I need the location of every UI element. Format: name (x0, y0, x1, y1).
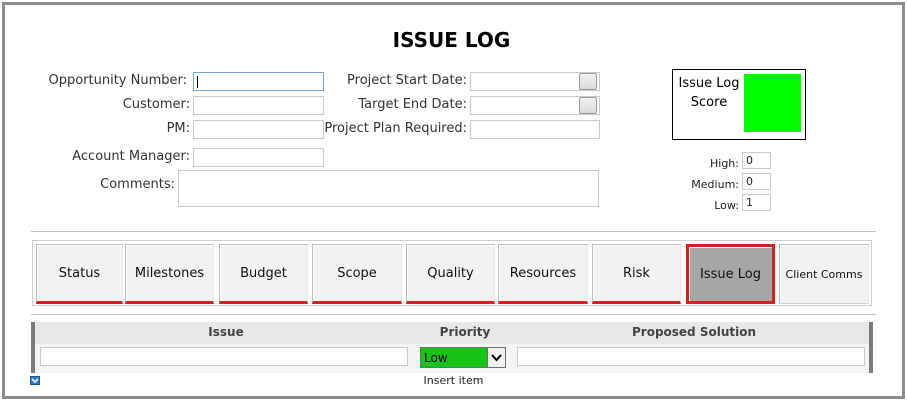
tab-milestones[interactable]: Milestones (125, 244, 214, 304)
issue-log-score-indicator (744, 74, 801, 132)
calendar-icon[interactable] (579, 73, 597, 90)
project-plan-required-field[interactable] (470, 120, 600, 139)
medium-count-label: Medium: (691, 178, 739, 191)
issue-grid: Issue Priority Proposed Solution Low (31, 322, 873, 373)
low-count-label: Low: (714, 199, 739, 212)
tab-quality[interactable]: Quality (406, 244, 495, 304)
calendar-icon[interactable] (579, 97, 597, 114)
text-caret (197, 76, 198, 88)
issue-log-score-label: Issue Log Score (678, 76, 740, 110)
issue-log-score-box: Issue Log Score (672, 69, 806, 140)
tab-status[interactable]: Status (36, 244, 123, 304)
chevron-down-icon[interactable] (487, 348, 505, 367)
comments-label: Comments: (100, 177, 175, 192)
tab-resources[interactable]: Resources (498, 244, 588, 304)
priority-value: Low (424, 350, 448, 365)
tab-risk[interactable]: Risk (592, 244, 681, 304)
customer-label: Customer: (122, 97, 190, 112)
low-count-field[interactable]: 1 (742, 194, 771, 211)
grid-header: Issue Priority Proposed Solution (31, 322, 873, 344)
project-plan-required-label: Project Plan Required: (324, 121, 467, 136)
priority-select[interactable]: Low (420, 347, 506, 368)
column-header-issue: Issue (208, 325, 244, 339)
page-title: ISSUE LOG (392, 28, 511, 52)
insert-item-link[interactable]: Insert item (0, 374, 907, 387)
tab-issue-log[interactable]: Issue Log (686, 244, 775, 304)
proposed-solution-field[interactable] (517, 347, 865, 366)
issue-field[interactable] (40, 347, 408, 366)
column-header-proposed-solution: Proposed Solution (631, 325, 757, 339)
account-manager-label: Account Manager: (72, 149, 190, 164)
section-divider (31, 314, 876, 315)
tab-client-comms[interactable]: Client Comms (779, 244, 869, 304)
section-divider (31, 231, 876, 232)
pm-label: PM: (166, 121, 190, 136)
project-start-date-label: Project Start Date: (347, 73, 467, 88)
tab-scope[interactable]: Scope (312, 244, 402, 304)
medium-count-field[interactable]: 0 (742, 173, 771, 190)
tab-strip: Status Milestones Budget Scope Quality R… (32, 240, 872, 306)
high-count-field[interactable]: 0 (742, 152, 771, 169)
account-manager-field[interactable] (193, 148, 324, 167)
table-row: Low (31, 344, 873, 373)
column-header-priority: Priority (439, 325, 491, 339)
opportunity-number-label: Opportunity Number: (48, 73, 187, 88)
tab-budget[interactable]: Budget (219, 244, 308, 304)
target-end-date-label: Target End Date: (358, 97, 467, 112)
high-count-label: High: (710, 157, 739, 170)
comments-field[interactable] (178, 170, 599, 207)
